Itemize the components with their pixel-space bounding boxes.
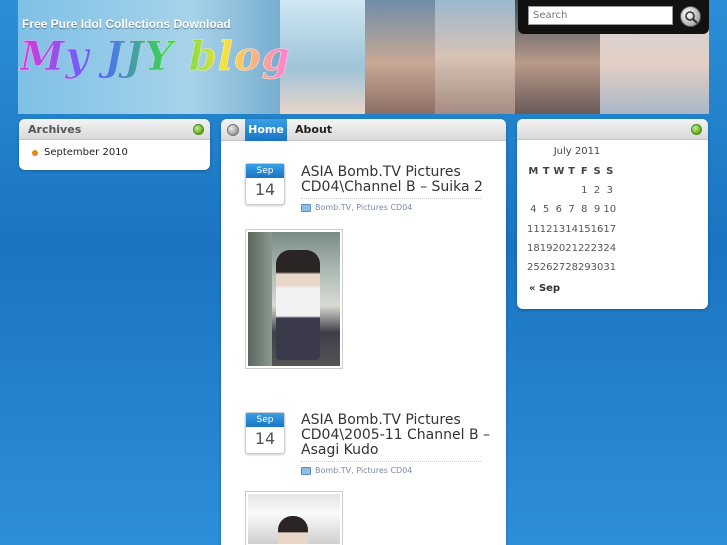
calendar-week: 18 19 20 21 22 23 24	[527, 239, 616, 258]
calendar-week: 4 5 6 7 8 9 10	[527, 200, 616, 219]
calendar-caption: July 2011	[553, 146, 601, 157]
bullet-icon	[32, 149, 38, 156]
calendar-day: 20	[552, 242, 566, 254]
calendar-day	[540, 181, 553, 200]
image-detail	[248, 232, 272, 366]
calendar-day: 6	[555, 204, 563, 216]
banner-photo	[280, 0, 365, 114]
calendar-day: 26	[539, 262, 553, 274]
calendar-prev-link[interactable]: « Sep	[529, 283, 560, 294]
calendar-day	[552, 181, 565, 200]
calendar-day: 11	[527, 223, 540, 235]
calendar-day: 16	[590, 223, 604, 235]
calendar-day: 22	[577, 242, 591, 254]
search-icon	[685, 11, 698, 24]
post-title-link[interactable]: ASIA Bomb.TV Pictures CD04\Channel B – S…	[301, 165, 491, 195]
post-title-link[interactable]: ASIA Bomb.TV Pictures CD04\2005-11 Chann…	[301, 413, 491, 458]
toggle-dot-icon[interactable]	[193, 124, 204, 135]
post-category: Bomb.TV, Pictures CD04	[301, 461, 481, 475]
date-day: 14	[254, 429, 276, 448]
calendar-day: 31	[603, 262, 617, 274]
nav-dot-icon	[227, 124, 239, 136]
post-thumbnail[interactable]	[245, 491, 343, 545]
calendar-day: 28	[565, 262, 578, 274]
date-month: Sep	[246, 413, 284, 427]
site-title[interactable]: Free Pure Idol Collections Download	[22, 17, 231, 31]
archive-label: September 2010	[44, 147, 128, 158]
calendar-day: 3	[606, 185, 613, 197]
calendar-day: 8	[581, 204, 588, 216]
calendar-weekday: M	[528, 166, 539, 178]
calendar-day: 19	[539, 242, 553, 254]
calendar-day: 2	[593, 185, 601, 197]
banner-photo	[435, 0, 515, 114]
calendar-day: 15	[577, 223, 591, 235]
calendar-day: 29	[577, 262, 591, 274]
calendar-day: 17	[603, 223, 617, 235]
widget-header	[517, 119, 708, 140]
nav-bar: Home About	[221, 119, 506, 141]
image-detail	[276, 250, 320, 360]
calendar-day: 30	[590, 262, 604, 274]
calendar-week: 123	[527, 181, 616, 200]
calendar-day: 4	[530, 204, 537, 216]
category-link[interactable]: Bomb.TV, Pictures CD04	[315, 203, 412, 212]
calendar-week: 25 26 27 28 29 30 31	[527, 258, 616, 277]
calendar-weekday: T	[542, 166, 550, 178]
calendar-weekday: S	[593, 166, 601, 178]
search-button[interactable]	[680, 6, 701, 27]
search-input[interactable]	[528, 6, 673, 25]
archives-widget: Archives September 2010	[19, 119, 210, 170]
category-link[interactable]: Bomb.TV, Pictures CD04	[315, 466, 412, 475]
calendar-weekday: T	[568, 166, 575, 178]
main-content: Home About Sep 14 ASIA Bomb.TV Pictures …	[221, 119, 506, 545]
widget-title: Archives	[28, 123, 82, 136]
date-badge: Sep 14	[245, 163, 285, 205]
calendar-day: 14	[565, 223, 578, 235]
site-logo[interactable]: My JJY blog	[20, 33, 291, 81]
calendar-day: 12	[539, 223, 553, 235]
post-thumbnail[interactable]	[245, 229, 343, 369]
toggle-dot-icon[interactable]	[691, 124, 702, 135]
calendar-day: 7	[568, 204, 575, 216]
calendar-day: 13	[552, 223, 566, 235]
folder-icon	[301, 203, 311, 212]
date-badge: Sep 14	[245, 412, 285, 454]
thumbnail-image	[248, 232, 340, 366]
calendar-day: 23	[590, 242, 604, 254]
folder-icon	[301, 466, 311, 475]
archive-link[interactable]: September 2010	[32, 147, 128, 158]
calendar-day	[527, 181, 540, 200]
calendar-day: 1	[581, 185, 588, 197]
date-day: 14	[254, 180, 276, 199]
calendar-day	[565, 181, 578, 200]
calendar-day: 27	[552, 262, 566, 274]
calendar-week: 11 12 13 14 15 16 17	[527, 220, 616, 239]
calendar-weekday: W	[553, 166, 565, 178]
calendar-weekday: F	[580, 166, 588, 178]
nav-item-home[interactable]: Home	[245, 119, 287, 141]
search-box	[518, 0, 709, 34]
widget-header: Archives	[19, 119, 210, 140]
date-month: Sep	[246, 164, 284, 178]
calendar-day: 18	[527, 242, 540, 254]
image-detail	[278, 516, 308, 544]
nav-item-about[interactable]: About	[295, 119, 332, 141]
calendar-day: 21	[565, 242, 578, 254]
calendar-weekday: S	[606, 166, 614, 178]
thumbnail-image	[248, 494, 340, 544]
calendar-table: MTWTFSS 1 2 3 4 5 6 7 8 9 10 11 12 13 14 15 16 17 18 19 20 2…	[527, 162, 616, 277]
calendar-day: 5	[542, 204, 550, 216]
calendar-day: 24	[603, 242, 617, 254]
calendar-widget: July 2011 MTWTFSS 1 2 3 4 5 6 7 8 9 10 11 12 13 14 15 1…	[517, 119, 708, 309]
banner-photo	[365, 0, 435, 114]
post-category: Bomb.TV, Pictures CD04	[301, 198, 481, 212]
calendar-day: 9	[593, 204, 601, 216]
calendar-day: 10	[603, 204, 617, 216]
calendar-day: 25	[527, 262, 540, 274]
